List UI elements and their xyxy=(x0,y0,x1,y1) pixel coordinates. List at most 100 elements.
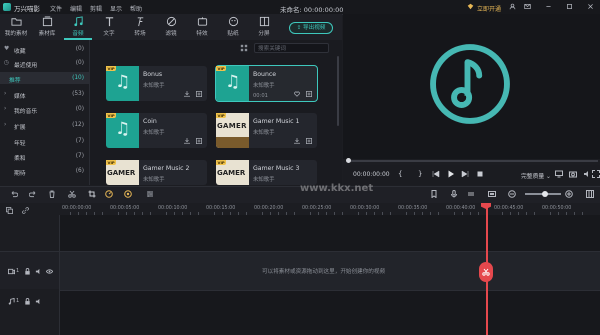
delete-icon[interactable] xyxy=(48,190,56,198)
user-icon[interactable] xyxy=(509,3,516,10)
download-icon[interactable] xyxy=(184,138,190,144)
audio-track-number: 1 xyxy=(16,298,20,304)
audio-adjust-icon[interactable] xyxy=(146,190,154,198)
tab-sticker[interactable]: 贴纸 xyxy=(219,14,247,40)
tab-audio[interactable]: 音频 xyxy=(64,14,92,40)
game-thumb-text: GAMER xyxy=(107,169,136,177)
mark-in-icon[interactable]: { xyxy=(398,170,402,178)
sidebar-item-soft[interactable]: 柔和 (7) xyxy=(0,150,89,162)
color-icon[interactable] xyxy=(124,190,132,198)
sidebar-item-media[interactable]: › 媒体 (53) xyxy=(0,88,89,100)
audio-artist: 未知歌手 xyxy=(143,130,165,136)
lock-icon[interactable] xyxy=(24,298,31,305)
zoom-slider-handle[interactable] xyxy=(542,190,548,197)
step-back-icon[interactable] xyxy=(432,170,440,178)
sidebar-item-my-music[interactable]: › 我的音乐 (0) xyxy=(0,103,89,115)
step-forward-icon[interactable] xyxy=(461,170,469,178)
camera-icon[interactable] xyxy=(569,170,577,178)
volume-icon[interactable] xyxy=(583,170,591,178)
menu-clip[interactable]: 剪辑 xyxy=(90,4,102,13)
monitor-icon[interactable] xyxy=(555,170,563,178)
link-icon[interactable] xyxy=(22,207,29,214)
split-audio-icon[interactable] xyxy=(467,190,475,198)
chevron-right-icon[interactable]: › xyxy=(4,122,6,128)
vip-badge: VIP xyxy=(106,66,117,71)
chevron-right-icon[interactable]: › xyxy=(4,106,6,112)
sidebar-item-recommended[interactable]: 推荐 (10) xyxy=(0,72,89,84)
timecode-display: 00:00:00:00 xyxy=(353,171,390,178)
mail-icon[interactable] xyxy=(524,3,531,10)
play-icon[interactable] xyxy=(447,170,455,178)
add-icon[interactable] xyxy=(306,91,312,97)
menu-edit[interactable]: 编辑 xyxy=(70,4,82,13)
tab-effects[interactable]: 特效 xyxy=(188,14,216,40)
search-input[interactable]: 搜索关键词 xyxy=(254,43,329,53)
preview-progress-bar[interactable] xyxy=(348,160,598,162)
vip-badge: VIP xyxy=(106,113,117,118)
audio-card-gamer-music-3[interactable]: GAMER VIP Gamer Music 3 未知歌手 xyxy=(216,160,317,185)
chevron-down-icon: ⌄ xyxy=(546,174,551,180)
add-icon[interactable] xyxy=(306,138,312,144)
menu-help[interactable]: 帮助 xyxy=(130,4,142,13)
add-icon[interactable] xyxy=(196,138,202,144)
window-title: 未命名: 00:00:00:00 xyxy=(280,5,344,14)
tab-media-library[interactable]: 素材库 xyxy=(33,14,61,40)
zoom-in-icon[interactable] xyxy=(565,190,573,198)
sidebar-item-anticipation[interactable]: 期待 (6) xyxy=(0,165,89,177)
playhead-handle[interactable] xyxy=(479,262,493,282)
volume-icon[interactable] xyxy=(35,268,42,275)
heart-icon[interactable] xyxy=(294,91,300,97)
sidebar-item-favorites[interactable]: ♥ 收藏 (0) xyxy=(0,43,89,55)
crop-icon[interactable] xyxy=(88,190,96,198)
audio-card-bounce[interactable]: VIP Bounce 未知歌手 00:01 xyxy=(215,65,318,102)
close-icon[interactable] xyxy=(587,3,594,10)
tab-filter[interactable]: 滤镜 xyxy=(157,14,185,40)
quality-dropdown[interactable]: 完整质量 ⌄ xyxy=(521,171,551,180)
sidebar-item-count: (10) xyxy=(72,75,84,81)
cut-icon[interactable] xyxy=(68,190,76,198)
sidebar-item-recent[interactable]: ◷ 最近使用 (0) xyxy=(0,57,89,69)
vip-badge: VIP xyxy=(216,66,227,71)
tab-my-media[interactable]: 我的素材 xyxy=(2,14,30,40)
menu-file[interactable]: 文件 xyxy=(50,4,62,13)
marker-icon[interactable] xyxy=(430,190,438,198)
add-icon[interactable] xyxy=(196,91,202,97)
volume-icon[interactable] xyxy=(35,298,42,305)
redo-icon[interactable] xyxy=(29,190,37,198)
sidebar-item-extensions[interactable]: › 扩展 (12) xyxy=(0,119,89,131)
undo-icon[interactable] xyxy=(10,190,18,198)
download-icon[interactable] xyxy=(184,91,190,97)
progress-handle[interactable] xyxy=(346,158,351,163)
tab-label: 素材库 xyxy=(38,31,56,37)
chevron-right-icon[interactable]: › xyxy=(4,91,6,97)
tab-split-screen[interactable]: 分屏 xyxy=(250,14,278,40)
menu-view[interactable]: 显示 xyxy=(110,4,122,13)
fullscreen-icon[interactable] xyxy=(592,170,600,178)
lock-icon[interactable] xyxy=(24,268,31,275)
audio-title: Bonus xyxy=(143,71,163,78)
panel-layout-icon[interactable] xyxy=(586,190,594,198)
render-icon[interactable] xyxy=(488,190,496,198)
minimize-icon[interactable] xyxy=(545,3,552,10)
stop-icon[interactable] xyxy=(476,170,484,178)
audio-card-bonus[interactable]: VIP Bonus 未知歌手 xyxy=(106,66,207,101)
export-video-button[interactable]: ⇪ 导出视频 xyxy=(289,22,333,34)
tab-transition[interactable]: 转场 xyxy=(126,14,154,40)
speed-icon[interactable] xyxy=(105,190,113,198)
microphone-icon[interactable] xyxy=(450,190,458,198)
download-icon[interactable] xyxy=(294,138,300,144)
content-scrollbar[interactable] xyxy=(337,56,339,126)
audio-card-gamer-music-1[interactable]: GAMER VIP Gamer Music 1 未知歌手 xyxy=(216,113,317,148)
vip-activate-link[interactable]: 立即开通 xyxy=(477,4,501,13)
zoom-out-icon[interactable] xyxy=(508,190,516,198)
folder-icon xyxy=(10,18,22,26)
tab-text[interactable]: 文字 xyxy=(95,14,123,40)
mark-out-icon[interactable]: } xyxy=(418,170,422,178)
eye-icon[interactable] xyxy=(46,268,53,275)
add-track-icon[interactable] xyxy=(6,207,13,214)
grid-view-icon[interactable] xyxy=(240,44,248,52)
maximize-icon[interactable] xyxy=(566,3,573,10)
audio-card-coin[interactable]: VIP Coin 未知歌手 xyxy=(106,113,207,148)
audio-card-gamer-music-2[interactable]: GAMER VIP Gamer Music 2 未知歌手 xyxy=(106,160,207,185)
sidebar-item-young[interactable]: 年轻 (7) xyxy=(0,135,89,147)
